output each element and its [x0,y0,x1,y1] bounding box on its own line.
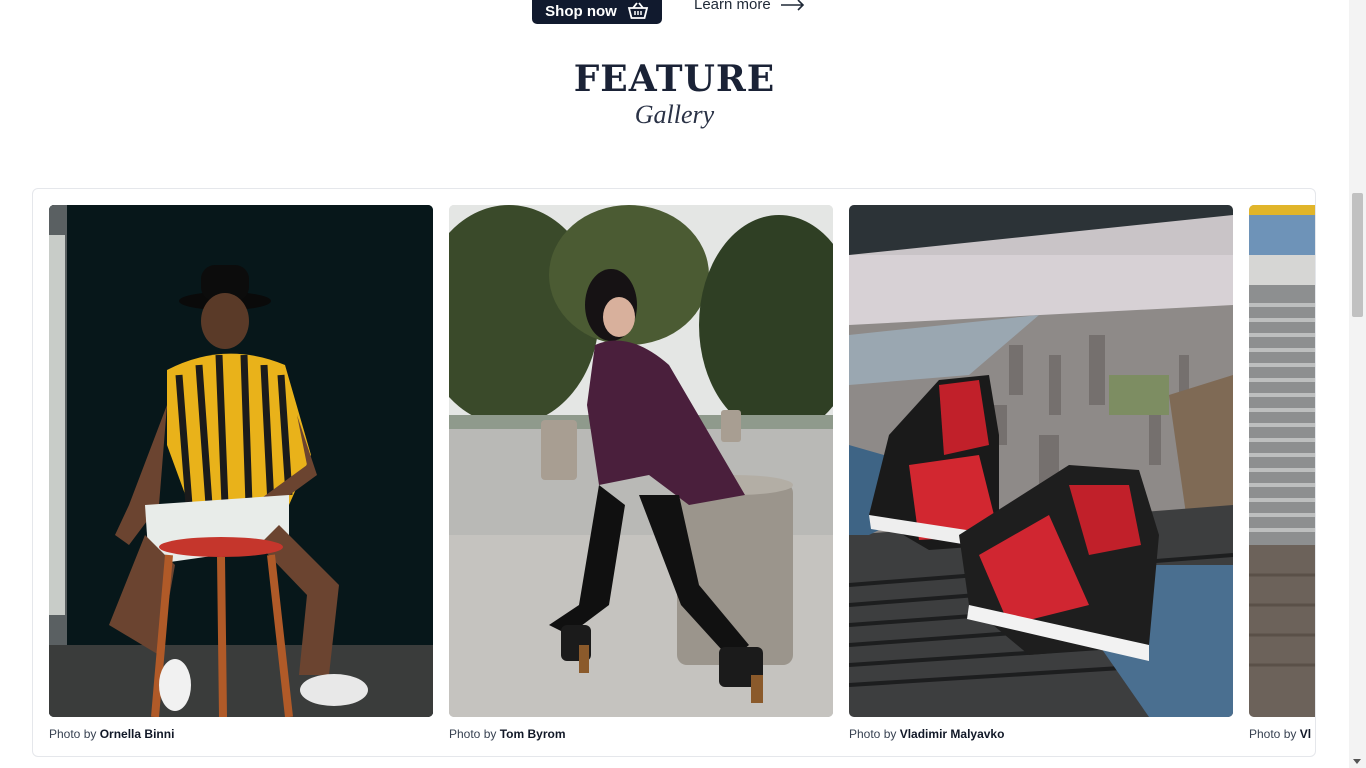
gallery-card[interactable]: Photo by Tom Byrom [449,205,833,741]
section-subtitle: Gallery [634,100,715,129]
shop-now-label: Shop now [545,2,617,20]
section-title: FEATURE [573,58,776,100]
gallery-card[interactable]: Photo by Vladimir Malyavko [849,205,1233,741]
basket-icon [627,2,648,19]
photo-building-facade[interactable] [1249,205,1315,717]
gallery-card[interactable]: Photo by Vl [1249,205,1315,741]
credit-author[interactable]: Vladimir Malyavko [900,727,1005,741]
credit-prefix: Photo by [1249,727,1297,741]
credit-prefix: Photo by [49,727,97,741]
scroll-down-arrow-icon[interactable] [1353,759,1361,764]
credit-author[interactable]: Vl [1300,727,1311,741]
photo-credit: Photo by Ornella Binni [49,727,433,741]
credit-prefix: Photo by [849,727,897,741]
photo-sneakers-city-view[interactable] [849,205,1233,717]
page-scrollbar[interactable] [1349,0,1366,768]
credit-author[interactable]: Tom Byrom [500,727,566,741]
photo-sneakers-city-view-image [849,205,1233,717]
credit-prefix: Photo by [449,727,497,741]
photo-building-facade-image [1249,205,1315,717]
shop-now-button[interactable]: Shop now [532,0,662,24]
scrollbar-thumb[interactable] [1352,193,1363,317]
photo-man-yellow-shirt-image [49,205,433,717]
photo-credit: Photo by Vladimir Malyavko [849,727,1233,741]
credit-author[interactable]: Ornella Binni [100,727,175,741]
arrow-right-icon [780,0,804,11]
photo-man-yellow-shirt[interactable] [49,205,433,717]
learn-more-label: Learn more [694,0,771,13]
photo-gallery[interactable]: Photo by Ornella Binni Photo by Tom Byro… [32,188,1316,757]
photo-credit: Photo by Vl [1249,727,1315,741]
photo-credit: Photo by Tom Byrom [449,727,833,741]
learn-more-link[interactable]: Learn more [694,0,805,13]
cta-row: Shop now Learn more [0,0,1349,30]
photo-woman-purple-blazer-image [449,205,833,717]
gallery-card[interactable]: Photo by Ornella Binni [49,205,433,741]
photo-woman-purple-blazer[interactable] [449,205,833,717]
